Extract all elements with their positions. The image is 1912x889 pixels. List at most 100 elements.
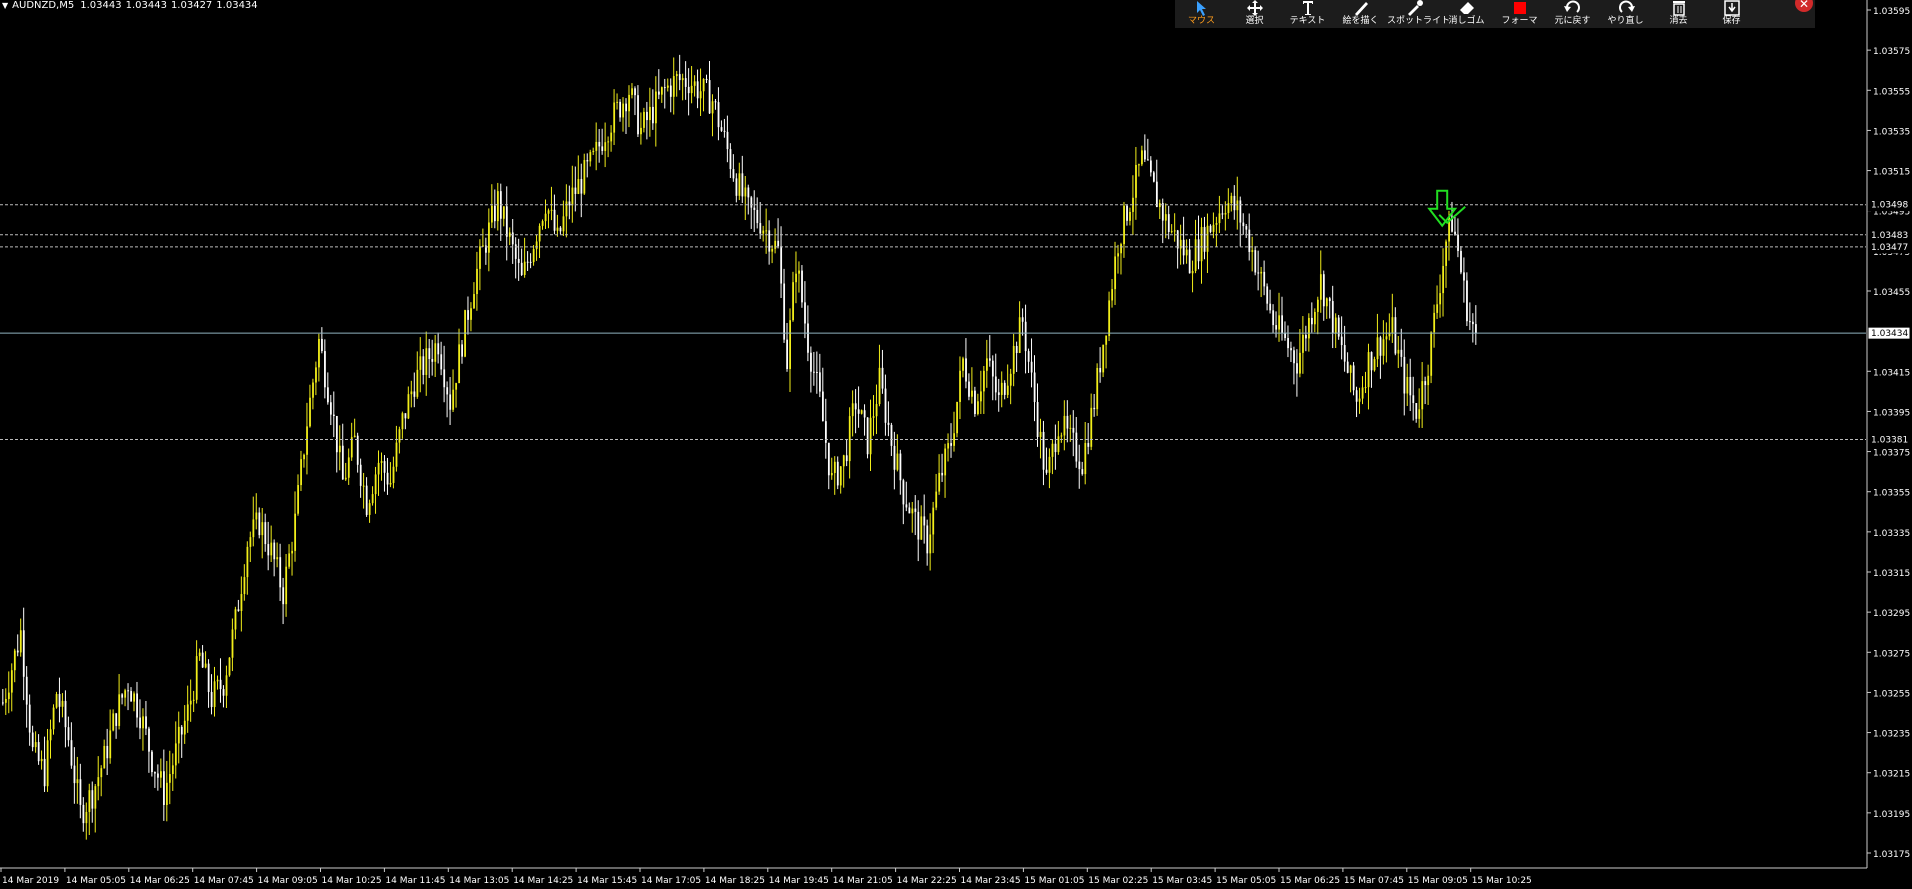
candle-body xyxy=(1302,334,1304,353)
candle-body xyxy=(786,339,789,370)
candle-body xyxy=(890,424,893,446)
candle-body xyxy=(1370,352,1373,371)
candle-body xyxy=(1424,381,1427,386)
toolbar-item-save[interactable]: 保存 xyxy=(1705,0,1758,28)
candle-body xyxy=(1123,205,1125,245)
candle-body xyxy=(458,344,461,384)
candle-body xyxy=(115,713,118,726)
candle-body xyxy=(1412,395,1415,404)
candle-body xyxy=(94,786,97,809)
candle-body xyxy=(1093,407,1096,410)
candle-body xyxy=(1138,164,1140,166)
candle-body xyxy=(1117,253,1119,257)
candle-body xyxy=(1328,298,1331,302)
candle-body xyxy=(619,101,622,118)
candle-body xyxy=(192,699,195,701)
candle-body xyxy=(353,435,356,438)
candle-body xyxy=(273,542,276,560)
candle-body xyxy=(523,261,526,275)
toolbar-item-trash[interactable]: 消去 xyxy=(1652,0,1705,28)
candle-body xyxy=(288,553,291,567)
candle-body xyxy=(37,742,40,762)
candle-body xyxy=(127,690,130,692)
toolbar-item-redo[interactable]: やり直し xyxy=(1599,0,1652,28)
price-level-tag: 1.03477 xyxy=(1871,243,1908,253)
candle-body xyxy=(777,240,780,247)
y-tick-label: 1.03275 xyxy=(1873,649,1910,659)
candle-body xyxy=(1466,280,1468,322)
candle-body xyxy=(1442,265,1445,294)
candle-body xyxy=(833,461,836,474)
toolbar-item-move[interactable]: 選択 xyxy=(1228,0,1281,28)
candle-body xyxy=(461,344,463,357)
candle-body xyxy=(792,282,794,321)
toolbar-label: 消去 xyxy=(1669,16,1688,26)
candle-body xyxy=(1254,250,1257,273)
candle-body xyxy=(1296,363,1298,374)
candle-body xyxy=(720,127,723,131)
candle-body xyxy=(1260,271,1263,274)
toolbar-item-cursor[interactable]: マウス xyxy=(1175,0,1228,28)
candle-body xyxy=(1167,214,1170,232)
candle-body xyxy=(70,740,73,766)
candle-body xyxy=(440,354,443,370)
candle-body xyxy=(61,700,64,707)
candle-body xyxy=(255,512,258,520)
candle-body xyxy=(1006,385,1009,395)
candle-body xyxy=(88,790,91,812)
candle-body xyxy=(583,160,586,194)
candle-body xyxy=(768,230,771,252)
candle-body xyxy=(1248,229,1251,252)
candle-body xyxy=(58,694,61,707)
y-tick-label: 1.03595 xyxy=(1873,7,1910,17)
candle-body xyxy=(923,516,926,526)
candle-body xyxy=(938,472,941,492)
candle-body xyxy=(118,694,121,726)
candle-body xyxy=(1403,356,1406,394)
candle-body xyxy=(407,394,410,419)
candle-body xyxy=(335,415,338,453)
toolbar-item-spotlight[interactable]: スポットライト xyxy=(1387,0,1451,28)
candle-body xyxy=(1379,337,1382,356)
candle-body xyxy=(1394,317,1397,354)
candle-body xyxy=(174,743,177,766)
candle-body xyxy=(222,689,225,696)
candle-body xyxy=(729,149,732,170)
candle-body xyxy=(25,676,28,705)
toolbar-item-eraser[interactable]: 消しゴム xyxy=(1440,0,1493,28)
candle-body xyxy=(55,694,58,708)
toolbar-item-text[interactable]: テキスト xyxy=(1281,0,1334,28)
candle-body xyxy=(43,758,46,787)
candle-body xyxy=(467,310,469,320)
candle-body xyxy=(386,472,389,485)
candle-body xyxy=(67,727,70,741)
toolbar-label: テキスト xyxy=(1289,16,1326,26)
toolbar-item-undo[interactable]: 元に戻す xyxy=(1546,0,1599,28)
toolbar-label: スポットライト xyxy=(1387,16,1451,26)
candle-body xyxy=(672,76,675,97)
candle-body xyxy=(1269,303,1272,311)
candle-body xyxy=(1087,443,1090,447)
candle-body xyxy=(986,358,988,371)
candle-body xyxy=(532,249,535,263)
candle-body xyxy=(416,369,419,397)
candle-body xyxy=(1409,376,1412,396)
candle-body xyxy=(613,102,616,133)
collapse-triangle-icon[interactable]: ▼ xyxy=(2,1,8,10)
candle-body xyxy=(1472,321,1474,325)
candle-body xyxy=(863,410,866,418)
candle-body xyxy=(425,348,428,375)
toolbar-item-color-swatch[interactable]: フォーマ xyxy=(1493,0,1546,28)
toolbar-item-pen[interactable]: 絵を描く xyxy=(1334,0,1387,28)
candle-body xyxy=(1063,415,1066,436)
x-tick-label: 14 Mar 18:25 xyxy=(705,876,765,886)
candle-body xyxy=(660,87,663,95)
candle-body xyxy=(1036,402,1039,438)
candle-body xyxy=(1319,274,1322,300)
candlestick-chart[interactable]: 1.03595 1.03575 1.03555 1.03535 1.03515 1.034… xyxy=(0,0,1912,889)
candle-body xyxy=(303,454,305,460)
candle-body xyxy=(959,370,961,402)
candle-body xyxy=(1475,324,1477,334)
x-tick-label: 14 Mar 07:45 xyxy=(194,876,254,886)
candle-body xyxy=(705,78,708,81)
